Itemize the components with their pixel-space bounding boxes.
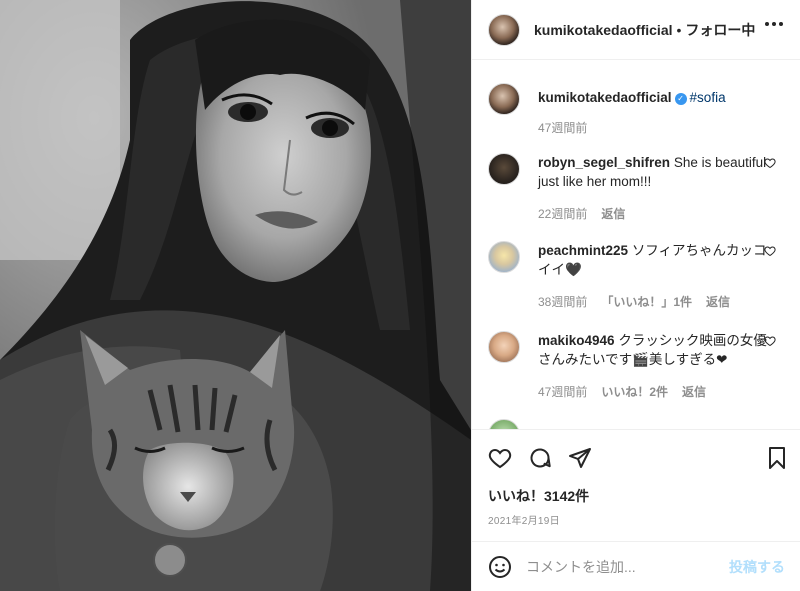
follow-status-button[interactable]: フォロー中 <box>685 20 755 40</box>
comment-meta: 38週間前 「いいね！」1件 返信 <box>538 293 730 310</box>
comment-username[interactable]: makiko4946 <box>538 333 615 348</box>
post-comment-button[interactable]: 投稿する <box>729 557 785 577</box>
caption-time[interactable]: 47週間前 <box>538 119 587 136</box>
comment-likes[interactable]: 「いいね！」1件 <box>601 293 692 310</box>
comment-meta: 47週間前 いいね！2件 返信 <box>538 383 706 400</box>
like-comment-heart-icon[interactable] <box>764 245 776 257</box>
reply-button[interactable]: 返信 <box>601 205 625 222</box>
verified-badge-icon: ✓ <box>674 93 687 105</box>
comment-avatar[interactable] <box>488 419 520 429</box>
save-bookmark-icon[interactable] <box>765 446 789 470</box>
comment-time[interactable]: 38週間前 <box>538 293 587 310</box>
comment-input[interactable] <box>526 558 729 575</box>
author-username[interactable]: kumikotakedaofficial <box>534 22 673 38</box>
like-comment-heart-icon[interactable] <box>764 157 776 169</box>
caption-meta: 47週間前 <box>538 119 587 136</box>
comment-avatar[interactable] <box>488 241 520 273</box>
comment-time[interactable]: 22週間前 <box>538 205 587 222</box>
comment-avatar[interactable] <box>488 331 520 363</box>
like-comment-heart-icon[interactable] <box>764 335 776 347</box>
header-separator: • <box>676 21 682 38</box>
post-photo <box>0 0 471 591</box>
author-avatar[interactable] <box>488 13 520 46</box>
emoji-smiley-icon[interactable] <box>488 555 512 579</box>
likes-count[interactable]: いいね！3142件 <box>488 486 589 506</box>
comment-body: makiko4946 クラッシック映画の女優さんみたいです🎬美しすぎる❤ <box>538 331 768 369</box>
caption-username[interactable]: kumikotakedaofficial <box>538 90 672 105</box>
caption-hashtag[interactable]: #sofia <box>690 90 726 105</box>
comment-likes[interactable]: いいね！2件 <box>601 383 668 400</box>
comment-avatar[interactable] <box>488 153 520 185</box>
comment-composer: 投稿する <box>472 541 800 591</box>
comment-meta: 22週間前 返信 <box>538 205 625 222</box>
share-paper-plane-icon[interactable] <box>568 446 592 470</box>
comment-username[interactable]: robyn_segel_shifren <box>538 155 670 170</box>
comment-body: robyn_segel_shifren She is beautiful jus… <box>538 153 768 191</box>
comments-list[interactable]: kumikotakedaofficial ✓ #sofia 47週間前 robyn_… <box>472 61 800 429</box>
comment-username[interactable]: peachmint225 <box>538 243 628 258</box>
post-header: kumikotakedaofficial • フォロー中 <box>472 0 800 60</box>
reply-button[interactable]: 返信 <box>706 293 730 310</box>
caption-body: kumikotakedaofficial ✓ #sofia <box>538 88 768 107</box>
post-date[interactable]: 2021年2月19日 <box>488 512 560 527</box>
reply-button[interactable]: 返信 <box>682 383 706 400</box>
more-horizontal-icon[interactable] <box>765 22 783 26</box>
comment-body: peachmint225 ソフィアちゃんカッコイイ🖤 <box>538 241 768 279</box>
comment-bubble-icon[interactable] <box>528 446 552 470</box>
post-photo-artwork <box>0 0 471 591</box>
post-actions: いいね！3142件 2021年2月19日 <box>472 429 800 559</box>
caption-avatar[interactable] <box>488 83 520 115</box>
like-heart-icon[interactable] <box>488 446 512 470</box>
post-sidebar: kumikotakedaofficial • フォロー中 kumikotaked… <box>471 0 800 591</box>
comment-time[interactable]: 47週間前 <box>538 383 587 400</box>
